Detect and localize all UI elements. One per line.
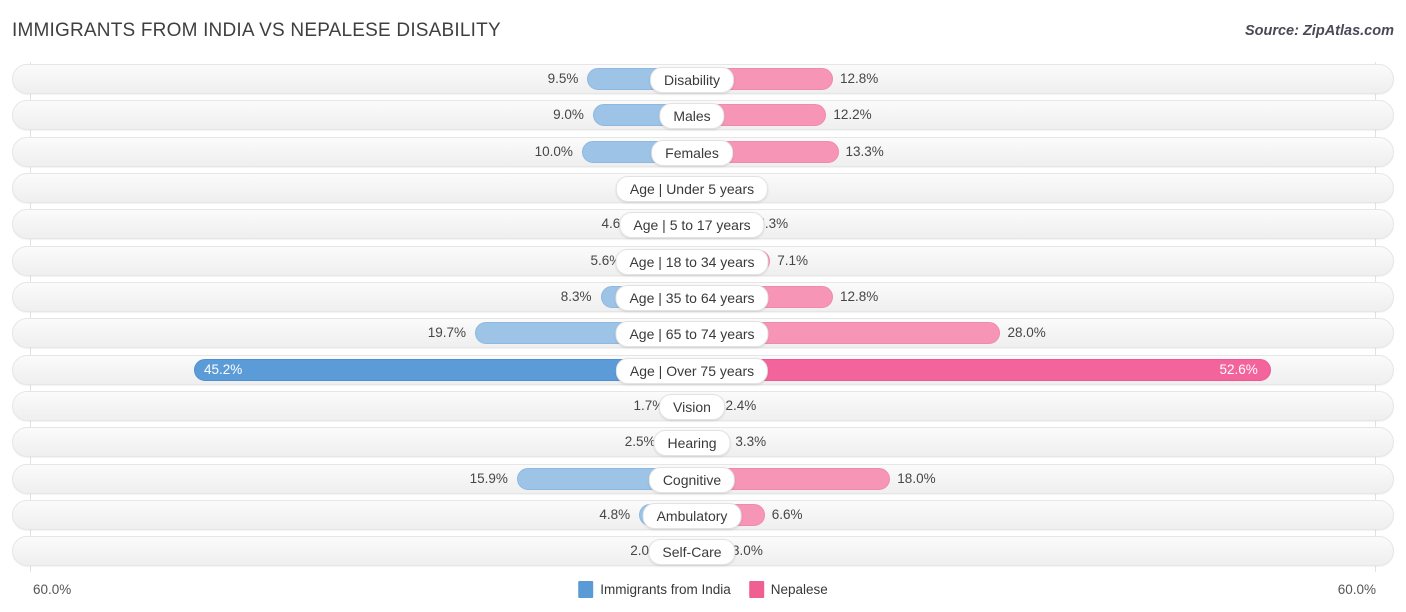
table-row[interactable]: 8.3% 12.8% Age | 35 to 64 years	[12, 281, 1394, 312]
table-row[interactable]: 9.0% 12.2% Males	[12, 100, 1394, 131]
chart-plot-area: 9.5% 12.8% Disability 9.0% 12.2% Males 10.0% 13…	[0, 62, 1406, 572]
category-label[interactable]: Disability	[649, 67, 735, 93]
table-row[interactable]: 45.2% 52.6% Age | Over 75 years	[12, 354, 1394, 385]
chart-footer: 60.0% 60.0% Immigrants from India Nepales…	[0, 572, 1406, 612]
table-row[interactable]: 10.0% 13.3% Females	[12, 136, 1394, 167]
page-title: IMMIGRANTS FROM INDIA VS NEPALESE DISABI…	[12, 20, 501, 41]
value-label-right: 3.3%	[735, 434, 767, 450]
table-row[interactable]: 4.6% 5.3% Age | 5 to 17 years	[12, 209, 1394, 240]
category-label[interactable]: Age | Over 75 years	[615, 357, 769, 384]
category-label[interactable]: Vision	[659, 393, 725, 420]
value-label-right: 12.8%	[840, 71, 879, 86]
value-label-right: 3.0%	[732, 543, 763, 559]
category-label[interactable]: Age | 35 to 64 years	[615, 284, 769, 311]
table-row[interactable]: 1.7% 2.4% Vision	[12, 390, 1394, 421]
value-label-right: 7.1%	[777, 252, 808, 268]
source-attribution: Source: ZipAtlas.com	[1244, 23, 1394, 39]
category-label[interactable]: Age | 65 to 74 years	[615, 321, 769, 348]
value-label-right: 28.0%	[1007, 325, 1046, 341]
value-label-right: 12.2%	[833, 107, 872, 123]
axis-label-left: 60.0%	[33, 582, 72, 597]
value-label-left: 9.5%	[547, 71, 579, 86]
category-label[interactable]: Age | Under 5 years	[615, 175, 769, 202]
table-row[interactable]: 1.0%0.97%Age | Under 5 years	[12, 172, 1394, 203]
table-row[interactable]: 2.0% 3.0% Self-Care	[12, 536, 1394, 567]
table-row[interactable]: 5.6% 7.1% Age | 18 to 34 years	[12, 245, 1394, 276]
category-label[interactable]: Ambulatory	[642, 502, 742, 529]
legend-item[interactable]: Nepalese	[748, 581, 828, 598]
axis-label-right: 60.0%	[1337, 582, 1376, 597]
table-row[interactable]: 4.8% 6.6% Ambulatory	[12, 499, 1394, 530]
category-label[interactable]: Females	[651, 139, 733, 166]
value-label-left: 2.5%	[624, 434, 656, 450]
chart-header: IMMIGRANTS FROM INDIA VS NEPALESE DISABI…	[0, 0, 1406, 60]
value-label-left: 45.2%	[204, 361, 243, 377]
category-label[interactable]: Hearing	[653, 430, 731, 457]
table-row[interactable]: 9.5% 12.8% Disability	[12, 64, 1394, 94]
table-row[interactable]: 19.7% 28.0% Age | 65 to 74 years	[12, 318, 1394, 349]
category-label[interactable]: Age | 18 to 34 years	[615, 248, 769, 275]
value-label-right: 6.6%	[771, 506, 803, 522]
legend-label: Nepalese	[770, 582, 828, 597]
legend-swatch-icon	[578, 581, 594, 598]
value-label-left: 4.8%	[599, 506, 631, 522]
value-label-right: 18.0%	[897, 470, 936, 486]
table-row[interactable]: 2.5% 3.3% Hearing	[12, 427, 1394, 458]
value-label-left: 10.0%	[534, 143, 573, 159]
table-row[interactable]: 15.9% 18.0% Cognitive	[12, 463, 1394, 494]
value-label-left: 19.7%	[427, 325, 466, 341]
category-label[interactable]: Males	[659, 103, 725, 130]
value-label-right: 12.8%	[840, 288, 879, 304]
chart-legend: Immigrants from India Nepalese	[578, 581, 828, 598]
category-label[interactable]: Self-Care	[648, 539, 736, 566]
legend-label: Immigrants from India	[600, 582, 731, 597]
value-label-right: 2.4%	[725, 397, 757, 413]
value-label-right: 52.6%	[1219, 361, 1258, 377]
category-label[interactable]: Cognitive	[648, 466, 736, 493]
value-label-left: 9.0%	[553, 107, 584, 123]
bar-nepalese	[692, 358, 1272, 381]
value-label-left: 8.3%	[560, 288, 592, 304]
legend-swatch-icon	[748, 581, 764, 598]
value-label-left: 15.9%	[469, 470, 508, 486]
legend-item[interactable]: Immigrants from India	[578, 581, 731, 598]
category-label[interactable]: Age | 5 to 17 years	[619, 212, 765, 239]
value-label-right: 13.3%	[845, 143, 884, 159]
